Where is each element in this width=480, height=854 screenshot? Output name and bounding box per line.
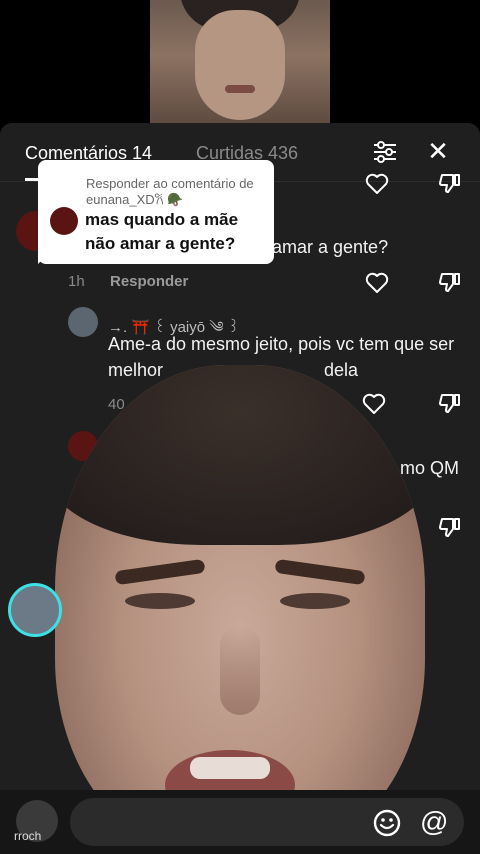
dislike-icon[interactable] [438,391,462,415]
at-icon[interactable]: @ [420,806,448,838]
heart-icon[interactable] [365,173,389,195]
dislike-icon[interactable] [438,270,462,294]
dislike-icon[interactable] [438,515,462,539]
emoji-icon[interactable] [372,808,402,838]
filter-icon[interactable] [372,140,398,164]
tooltip-tail [38,250,66,264]
reply-button[interactable]: Responder [110,273,188,290]
user-name: rroch [14,829,42,843]
close-icon[interactable]: ✕ [426,138,450,164]
tooltip-avatar [50,207,78,235]
host-face [195,10,285,120]
overlay-eye [280,593,350,609]
overlay-teeth [190,757,270,779]
tooltip-message: mas quando a mãe não amar a gente? [85,210,239,253]
overlay-eye [125,593,195,609]
host-mouth [225,85,255,93]
host-video [150,0,330,125]
overlay-hair [55,365,425,545]
comment-text: amar a gente? [272,237,389,257]
dislike-icon[interactable] [438,171,462,195]
tooltip-reply-to: Responder ao comentário de eunana_XD𐙚 🪖 [86,176,254,207]
overlay-brow [274,558,366,586]
comment-time: 1h [68,273,85,290]
overlay-brow [114,558,206,586]
overlay-nose [220,625,260,715]
comment-avatar[interactable] [68,307,98,337]
comment-input[interactable] [70,798,464,846]
heart-icon[interactable] [365,272,389,294]
reply-tooltip: Responder ao comentário de eunana_XD𐙚 🪖 … [38,160,274,264]
reaction-video-overlay [55,365,425,854]
live-avatar[interactable] [8,583,62,637]
